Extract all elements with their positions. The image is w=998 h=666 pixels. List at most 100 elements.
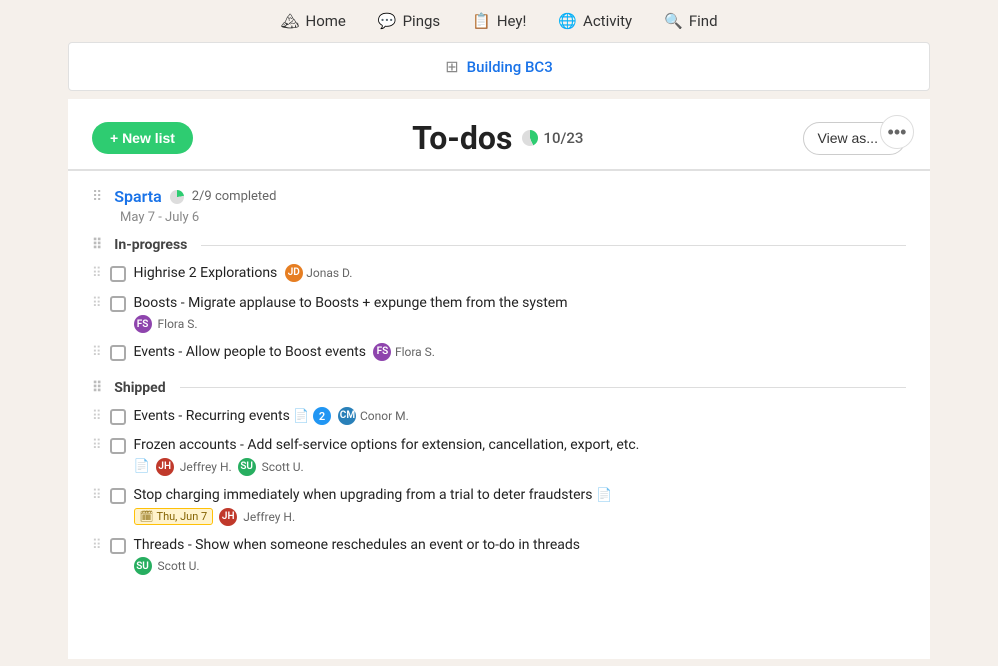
home-icon: 🏔 (280, 12, 299, 30)
assignee-name: Jonas D. (306, 266, 352, 280)
assignee-name: Jeffrey H. (180, 460, 232, 474)
project-progress-dot (170, 190, 184, 204)
item-drag-handle[interactable]: ⠿ (92, 264, 102, 281)
item-drag-handle[interactable]: ⠿ (92, 407, 102, 424)
progress-badge: 10/23 (522, 129, 583, 147)
todo-checkbox[interactable] (110, 438, 126, 454)
nav-pings[interactable]: 💬 Pings (378, 12, 440, 30)
nav-activity[interactable]: 🌐 Activity (558, 12, 632, 30)
todo-meta: SU Scott U. (134, 557, 906, 575)
todo-text: Frozen accounts - Add self-service optio… (134, 436, 906, 456)
todo-text: Events - Recurring events 📄 2 CM Conor M… (134, 407, 906, 427)
todo-item: ⠿ Highrise 2 Explorations JD Jonas D. (92, 259, 906, 289)
document-icon: 📄 (293, 409, 309, 424)
toolbar: + New list To-dos 10/23 View as... ▾ (68, 99, 930, 171)
item-drag-handle[interactable]: ⠿ (92, 486, 102, 503)
todo-item: ⠿ Events - Recurring events 📄 2 CM Conor… (92, 402, 906, 432)
assignee-name: Flora S. (158, 317, 198, 331)
pings-icon: 💬 (378, 12, 397, 30)
item-drag-handle[interactable]: ⠿ (92, 536, 102, 553)
project-section: ⠿ Sparta 2/9 completed May 7 - July 6 (92, 187, 906, 225)
progress-count: 10/23 (543, 129, 583, 147)
group-in-progress-label: In-progress (114, 237, 187, 253)
top-nav: 🏔 Home 💬 Pings 📋 Hey! 🌐 Activity 🔍 Find (0, 0, 998, 42)
todo-item: ⠿ Frozen accounts - Add self-service opt… (92, 431, 906, 481)
todo-item: ⠿ Events - Allow people to Boost events … (92, 338, 906, 368)
more-options-icon: ••• (888, 122, 907, 143)
avatar: JD (285, 264, 303, 282)
date-badge: 🗓 Thu, Jun 7 (134, 508, 214, 525)
nav-find-label: Find (689, 12, 718, 30)
avatar: JH (219, 508, 237, 526)
todo-content: Stop charging immediately when upgrading… (134, 486, 906, 526)
find-icon: 🔍 (664, 12, 683, 30)
nav-pings-label: Pings (403, 12, 441, 30)
todo-text: Boosts - Migrate applause to Boosts + ex… (134, 294, 906, 314)
avatar: JH (156, 458, 174, 476)
nav-find[interactable]: 🔍 Find (664, 12, 717, 30)
avatar: FS (134, 315, 152, 333)
todo-checkbox[interactable] (110, 409, 126, 425)
todo-checkbox[interactable] (110, 296, 126, 312)
todo-checkbox[interactable] (110, 488, 126, 504)
main-container: ••• + New list To-dos 10/23 View as... ▾… (68, 99, 930, 659)
date-text: Thu, Jun 7 (157, 510, 208, 523)
avatar: SU (238, 458, 256, 476)
drag-handle[interactable]: ⠿ (92, 189, 102, 205)
group-drag-handle[interactable]: ⠿ (92, 237, 102, 253)
nav-hey-label: Hey! (497, 12, 527, 30)
todo-content: Frozen accounts - Add self-service optio… (134, 436, 906, 476)
todo-item: ⠿ Threads - Show when someone reschedule… (92, 531, 906, 581)
progress-dot (522, 130, 538, 146)
todo-checkbox[interactable] (110, 345, 126, 361)
todo-content: Events - Allow people to Boost events FS… (134, 343, 906, 363)
date-range: May 7 - July 6 (120, 210, 906, 225)
todo-content: Highrise 2 Explorations JD Jonas D. (134, 264, 906, 284)
project-link[interactable]: ⊞ Building BC3 (445, 57, 553, 76)
document-icon: 📄 (596, 488, 612, 503)
view-as-label: View as... (818, 130, 878, 146)
nav-hey[interactable]: 📋 Hey! (472, 12, 526, 30)
avatar: FS (373, 343, 391, 361)
new-list-button[interactable]: + New list (92, 122, 193, 154)
group-in-progress: ⠿ In-progress (92, 237, 906, 253)
todo-meta: FS Flora S. (134, 315, 906, 333)
title-area: To-dos 10/23 (412, 119, 583, 157)
todo-meta: 🗓 Thu, Jun 7 JH Jeffrey H. (134, 508, 906, 526)
todo-checkbox[interactable] (110, 538, 126, 554)
assignee-name: Scott U. (158, 559, 200, 573)
todo-meta: 📄 JH Jeffrey H. SU Scott U. (134, 458, 906, 476)
item-drag-handle[interactable]: ⠿ (92, 436, 102, 453)
avatar: SU (134, 557, 152, 575)
nav-home-label: Home (306, 12, 346, 30)
item-drag-handle[interactable]: ⠿ (92, 294, 102, 311)
todo-content: Threads - Show when someone reschedules … (134, 536, 906, 576)
project-name: Building BC3 (467, 58, 553, 76)
assignee-name: Jeffrey H. (243, 510, 295, 524)
project-name-link[interactable]: Sparta (114, 187, 161, 206)
assignee-name-2: Scott U. (262, 460, 304, 474)
item-drag-handle[interactable]: ⠿ (92, 343, 102, 360)
new-list-label: + New list (110, 130, 175, 146)
todo-content: Boosts - Migrate applause to Boosts + ex… (134, 294, 906, 334)
todo-item: ⠿ Boosts - Migrate applause to Boosts + … (92, 289, 906, 339)
project-header: ⠿ Sparta 2/9 completed (92, 187, 906, 206)
project-bar: ⊞ Building BC3 (68, 42, 930, 91)
avatar: CM (338, 407, 356, 425)
group-shipped-label: Shipped (114, 380, 165, 396)
todo-text: Stop charging immediately when upgrading… (134, 486, 906, 506)
todo-text: Events - Allow people to Boost events FS… (134, 343, 906, 363)
document-icon: 📄 (134, 459, 150, 474)
group-drag-handle[interactable]: ⠿ (92, 380, 102, 396)
todo-content: Events - Recurring events 📄 2 CM Conor M… (134, 407, 906, 427)
nav-home[interactable]: 🏔 Home (280, 12, 345, 30)
todo-item: ⠿ Stop charging immediately when upgradi… (92, 481, 906, 531)
todo-text: Highrise 2 Explorations JD Jonas D. (134, 264, 906, 284)
hey-icon: 📋 (472, 12, 491, 30)
comment-badge: 2 (313, 407, 331, 425)
activity-icon: 🌐 (558, 12, 577, 30)
group-shipped: ⠿ Shipped (92, 380, 906, 396)
more-options-button[interactable]: ••• (880, 115, 914, 149)
completed-label: 2/9 completed (192, 189, 277, 204)
todo-checkbox[interactable] (110, 266, 126, 282)
